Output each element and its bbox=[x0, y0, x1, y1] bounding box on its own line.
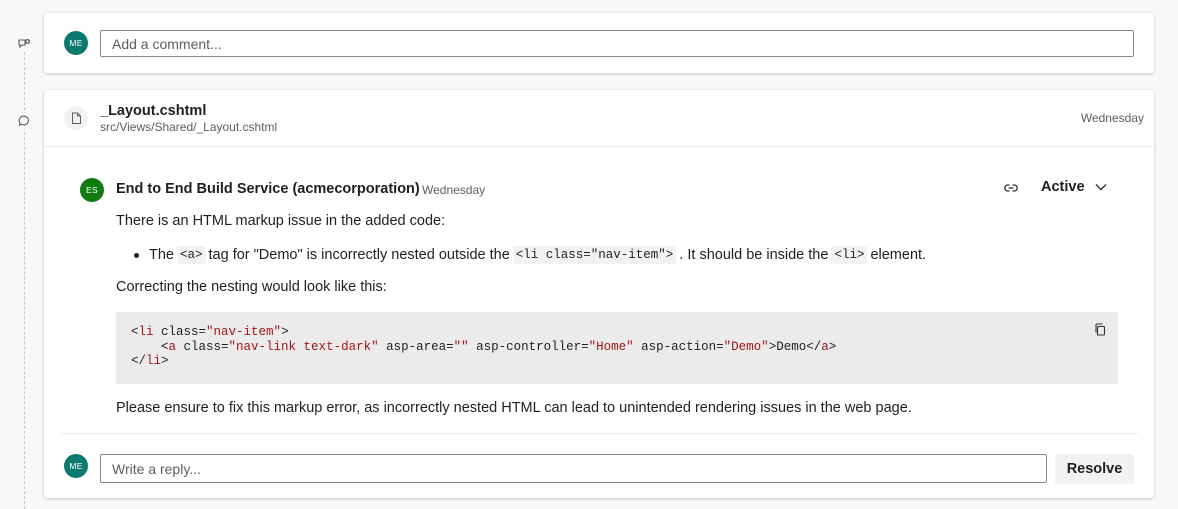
new-comment-card: ME bbox=[44, 13, 1154, 73]
bullet-text: The bbox=[149, 247, 174, 263]
status-label: Active bbox=[1041, 179, 1085, 195]
chevron-down-icon bbox=[1095, 179, 1107, 195]
comment-thread-icon bbox=[16, 113, 32, 129]
file-name[interactable]: _Layout.cshtml bbox=[100, 103, 206, 119]
avatar: ME bbox=[64, 31, 88, 55]
comment-add-icon bbox=[16, 36, 32, 52]
file-path: src/Views/Shared/_Layout.cshtml bbox=[100, 120, 278, 134]
resolve-button[interactable]: Resolve bbox=[1055, 454, 1134, 484]
status-dropdown[interactable]: Active bbox=[1041, 179, 1107, 195]
avatar-initials: ME bbox=[69, 461, 83, 471]
add-comment-input[interactable] bbox=[100, 30, 1134, 57]
comment-intro: There is an HTML markup issue in the add… bbox=[116, 213, 446, 229]
comment-closing: Please ensure to fix this markup error, … bbox=[116, 400, 912, 416]
inline-code: <a> bbox=[177, 246, 206, 264]
comment-date: Wednesday bbox=[422, 183, 486, 197]
list-item: The <a> tag for "Demo" is incorrectly ne… bbox=[116, 246, 926, 264]
avatar: ES bbox=[80, 178, 104, 202]
reply-divider bbox=[60, 433, 1138, 434]
file-date: Wednesday bbox=[1080, 111, 1144, 125]
comment-author: End to End Build Service (acmecorporatio… bbox=[116, 181, 420, 197]
bullet-text: element. bbox=[870, 247, 927, 263]
reply-input[interactable] bbox=[100, 454, 1047, 483]
copy-icon[interactable] bbox=[1092, 321, 1108, 337]
comment-thread-card: _Layout.cshtml src/Views/Shared/_Layout.… bbox=[44, 90, 1154, 498]
code-block: <li class="nav-item"> <a class="nav-link… bbox=[116, 312, 1118, 384]
correction-intro: Correcting the nesting would look like t… bbox=[116, 279, 387, 295]
bullet-text: tag for "Demo" is incorrectly nested out… bbox=[208, 247, 510, 263]
header-divider bbox=[44, 146, 1154, 147]
bullet-dot bbox=[134, 252, 139, 258]
avatar: ME bbox=[64, 454, 88, 478]
file-icon bbox=[64, 106, 88, 130]
inline-code: <li> bbox=[831, 246, 868, 264]
link-icon[interactable] bbox=[1002, 179, 1020, 197]
avatar-initials: ES bbox=[86, 185, 98, 195]
inline-code: <li class="nav-item"> bbox=[512, 246, 677, 264]
bullet-text: . It should be inside the bbox=[679, 247, 829, 263]
avatar-initials: ME bbox=[69, 38, 83, 48]
